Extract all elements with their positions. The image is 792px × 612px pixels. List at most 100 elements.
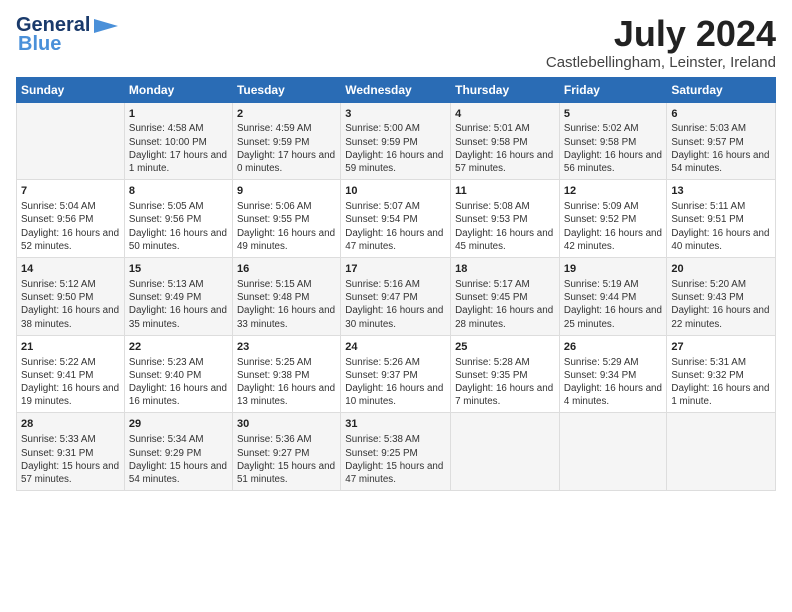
sunset: Sunset: 9:40 PM <box>129 370 201 381</box>
daylight: Daylight: 16 hours and 59 minutes. <box>345 150 443 174</box>
day-number: 13 <box>671 184 771 199</box>
day-number: 7 <box>21 184 120 199</box>
sunset: Sunset: 10:00 PM <box>129 137 207 148</box>
calendar-cell-3-4: 25Sunrise: 5:28 AMSunset: 9:35 PMDayligh… <box>451 335 560 413</box>
day-number: 10 <box>345 184 446 199</box>
day-number: 11 <box>455 184 555 199</box>
sunrise: Sunrise: 5:12 AM <box>21 279 96 290</box>
calendar-cell-0-6: 6Sunrise: 5:03 AMSunset: 9:57 PMDaylight… <box>667 102 776 180</box>
sunset: Sunset: 9:38 PM <box>237 370 309 381</box>
sunset: Sunset: 9:58 PM <box>455 137 527 148</box>
sunset: Sunset: 9:53 PM <box>455 214 527 225</box>
calendar-cell-4-5 <box>559 413 666 491</box>
sunset: Sunset: 9:59 PM <box>237 137 309 148</box>
day-number: 15 <box>129 262 228 277</box>
daylight: Daylight: 16 hours and 10 minutes. <box>345 383 443 407</box>
calendar-cell-3-1: 22Sunrise: 5:23 AMSunset: 9:40 PMDayligh… <box>124 335 232 413</box>
sunrise: Sunrise: 5:13 AM <box>129 279 204 290</box>
daylight: Daylight: 16 hours and 56 minutes. <box>564 150 662 174</box>
sunset: Sunset: 9:32 PM <box>671 370 743 381</box>
daylight: Daylight: 16 hours and 19 minutes. <box>21 383 119 407</box>
col-monday: Monday <box>124 77 232 102</box>
daylight: Daylight: 16 hours and 22 minutes. <box>671 305 769 329</box>
calendar-row-4: 28Sunrise: 5:33 AMSunset: 9:31 PMDayligh… <box>17 413 776 491</box>
sunrise: Sunrise: 5:07 AM <box>345 201 420 212</box>
sunrise: Sunrise: 5:29 AM <box>564 357 639 368</box>
sunset: Sunset: 9:47 PM <box>345 292 417 303</box>
daylight: Daylight: 16 hours and 7 minutes. <box>455 383 553 407</box>
calendar-table: Sunday Monday Tuesday Wednesday Thursday… <box>16 77 776 492</box>
daylight: Daylight: 16 hours and 30 minutes. <box>345 305 443 329</box>
col-saturday: Saturday <box>667 77 776 102</box>
sunset: Sunset: 9:54 PM <box>345 214 417 225</box>
calendar-cell-2-3: 17 Sunrise: 5:16 AM Sunset: 9:47 PM Dayligh… <box>341 258 451 336</box>
day-number: 21 <box>21 340 120 355</box>
sunrise: Sunrise: 5:08 AM <box>455 201 530 212</box>
daylight: Daylight: 16 hours and 54 minutes. <box>671 150 769 174</box>
daylight: Daylight: 16 hours and 40 minutes. <box>671 228 769 252</box>
calendar-cell-0-1: 1Sunrise: 4:58 AMSunset: 10:00 PMDayligh… <box>124 102 232 180</box>
col-thursday: Thursday <box>451 77 560 102</box>
day-number: 23 <box>237 340 336 355</box>
sunrise: Sunrise: 5:25 AM <box>237 357 312 368</box>
main-title: July 2024 <box>546 14 776 54</box>
day-number: 31 <box>345 417 446 432</box>
calendar-row-3: 21Sunrise: 5:22 AMSunset: 9:41 PMDayligh… <box>17 335 776 413</box>
sunset: Sunset: 9:31 PM <box>21 448 93 459</box>
day-number: 1 <box>129 107 228 122</box>
calendar-cell-2-0: 14 Sunrise: 5:12 AM Sunset: 9:50 PM Dayligh… <box>17 258 125 336</box>
daylight: Daylight: 16 hours and 42 minutes. <box>564 228 662 252</box>
calendar-cell-3-2: 23 Sunrise: 5:25 AM Sunset: 9:38 PM Dayligh… <box>232 335 340 413</box>
sunrise: Sunrise: 5:06 AM <box>237 201 312 212</box>
header-row: Sunday Monday Tuesday Wednesday Thursday… <box>17 77 776 102</box>
daylight: Daylight: 16 hours and 25 minutes. <box>564 305 662 329</box>
sunset: Sunset: 9:56 PM <box>21 214 93 225</box>
calendar-cell-2-2: 16Sunrise: 5:15 AMSunset: 9:48 PMDayligh… <box>232 258 340 336</box>
daylight: Daylight: 16 hours and 13 minutes. <box>237 383 335 407</box>
sunrise: Sunrise: 5:26 AM <box>345 357 420 368</box>
calendar-cell-4-0: 28Sunrise: 5:33 AMSunset: 9:31 PMDayligh… <box>17 413 125 491</box>
calendar-cell-4-4 <box>451 413 560 491</box>
calendar-cell-1-1: 8Sunrise: 5:05 AMSunset: 9:56 PMDaylight… <box>124 180 232 258</box>
sunset: Sunset: 9:25 PM <box>345 448 417 459</box>
daylight: Daylight: 16 hours and 38 minutes. <box>21 305 119 329</box>
sunrise: Sunrise: 5:15 AM <box>237 279 312 290</box>
sunrise: Sunrise: 5:23 AM <box>129 357 204 368</box>
calendar-row-1: 7Sunrise: 5:04 AMSunset: 9:56 PMDaylight… <box>17 180 776 258</box>
day-number: 9 <box>237 184 336 199</box>
day-number: 29 <box>129 417 228 432</box>
sunset: Sunset: 9:44 PM <box>564 292 636 303</box>
sunrise: Sunrise: 5:28 AM <box>455 357 530 368</box>
daylight: Daylight: 17 hours and 0 minutes. <box>237 150 335 174</box>
sunset: Sunset: 9:50 PM <box>21 292 93 303</box>
sunrise: Sunrise: 4:59 AM <box>237 123 312 134</box>
day-number: 6 <box>671 107 771 122</box>
sunset: Sunset: 9:27 PM <box>237 448 309 459</box>
day-number: 30 <box>237 417 336 432</box>
sunset: Sunset: 9:29 PM <box>129 448 201 459</box>
calendar-cell-4-3: 31Sunrise: 5:38 AMSunset: 9:25 PMDayligh… <box>341 413 451 491</box>
sunrise: Sunrise: 5:16 AM <box>345 279 420 290</box>
calendar-cell-1-5: 12Sunrise: 5:09 AMSunset: 9:52 PMDayligh… <box>559 180 666 258</box>
sunrise: Sunrise: 5:09 AM <box>564 201 639 212</box>
calendar-cell-1-4: 11Sunrise: 5:08 AMSunset: 9:53 PMDayligh… <box>451 180 560 258</box>
day-number: 14 <box>21 262 120 277</box>
col-sunday: Sunday <box>17 77 125 102</box>
calendar-cell-0-4: 4Sunrise: 5:01 AMSunset: 9:58 PMDaylight… <box>451 102 560 180</box>
day-number: 17 <box>345 262 446 277</box>
col-wednesday: Wednesday <box>341 77 451 102</box>
day-number: 22 <box>129 340 228 355</box>
calendar-cell-1-2: 9Sunrise: 5:06 AMSunset: 9:55 PMDaylight… <box>232 180 340 258</box>
sunrise: Sunrise: 5:20 AM <box>671 279 746 290</box>
daylight: Daylight: 16 hours and 35 minutes. <box>129 305 227 329</box>
sunrise: Sunrise: 5:31 AM <box>671 357 746 368</box>
daylight: Daylight: 15 hours and 54 minutes. <box>129 461 227 485</box>
col-friday: Friday <box>559 77 666 102</box>
calendar-cell-2-5: 19Sunrise: 5:19 AMSunset: 9:44 PMDayligh… <box>559 258 666 336</box>
calendar-cell-3-3: 24Sunrise: 5:26 AMSunset: 9:37 PMDayligh… <box>341 335 451 413</box>
calendar-cell-3-6: 27Sunrise: 5:31 AMSunset: 9:32 PMDayligh… <box>667 335 776 413</box>
sunrise: Sunrise: 5:38 AM <box>345 434 420 445</box>
day-number: 20 <box>671 262 771 277</box>
calendar-cell-0-5: 5Sunrise: 5:02 AMSunset: 9:58 PMDaylight… <box>559 102 666 180</box>
sunrise: Sunrise: 5:33 AM <box>21 434 96 445</box>
